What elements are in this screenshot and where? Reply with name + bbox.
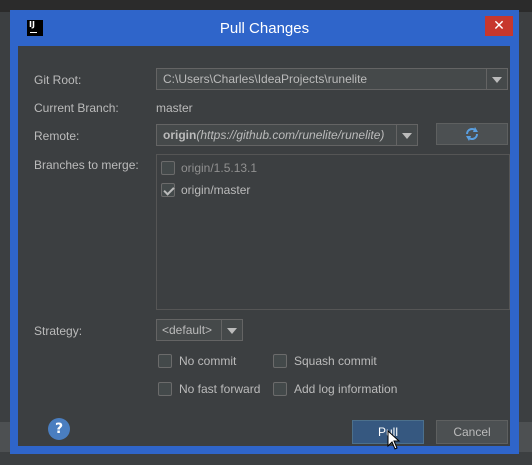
strategy-value: <default> [162, 323, 213, 337]
no-fast-forward-checkbox[interactable] [158, 382, 172, 396]
pull-changes-dialog: IJ Pull Changes ✕ Git Root: C:\Users\Cha… [10, 10, 519, 454]
dialog-content: Git Root: C:\Users\Charles\IdeaProjects\… [18, 46, 510, 450]
strategy-label: Strategy: [34, 324, 83, 338]
remote-label: Remote: [34, 129, 80, 143]
remote-url: (https://github.com/runelite/runelite) [196, 128, 385, 142]
remote-name: origin [163, 128, 197, 142]
branches-label: Branches to merge: [34, 158, 139, 172]
chevron-down-icon[interactable] [486, 69, 507, 89]
close-button[interactable]: ✕ [485, 16, 513, 36]
git-root-select[interactable]: C:\Users\Charles\IdeaProjects\runelite [156, 68, 508, 90]
chevron-down-icon[interactable] [221, 320, 242, 340]
no-commit-checkbox[interactable] [158, 354, 172, 368]
branches-list: origin/1.5.13.1 origin/master [156, 154, 510, 310]
cancel-button[interactable]: Cancel [436, 420, 508, 444]
dialog-title: Pull Changes [219, 19, 310, 37]
mouse-cursor-icon [387, 430, 401, 450]
remote-select[interactable]: origin(https://github.com/runelite/runel… [156, 124, 418, 146]
no-commit-label: No commit [179, 354, 237, 368]
branch-label: origin/master [181, 183, 251, 197]
help-button[interactable]: ? [48, 418, 70, 440]
branch-checkbox[interactable] [161, 183, 175, 197]
branch-checkbox[interactable] [161, 161, 175, 175]
no-fast-forward-label: No fast forward [179, 382, 261, 396]
refresh-remotes-button[interactable] [436, 123, 508, 145]
git-root-value: C:\Users\Charles\IdeaProjects\runelite [163, 72, 368, 86]
refresh-icon [466, 127, 478, 141]
current-branch-value: master [156, 101, 193, 115]
add-log-information-label: Add log information [294, 382, 398, 396]
intellij-icon: IJ [27, 20, 43, 36]
title-bar[interactable]: IJ Pull Changes ✕ [10, 10, 519, 46]
squash-commit-checkbox[interactable] [273, 354, 287, 368]
branch-label: origin/1.5.13.1 [181, 161, 258, 175]
remote-value: origin(https://github.com/runelite/runel… [163, 128, 384, 142]
chevron-down-icon[interactable] [396, 125, 417, 145]
add-log-information-checkbox[interactable] [273, 382, 287, 396]
squash-commit-label: Squash commit [294, 354, 377, 368]
current-branch-label: Current Branch: [34, 101, 119, 115]
git-root-label: Git Root: [34, 73, 82, 87]
strategy-select[interactable]: <default> [156, 319, 243, 341]
